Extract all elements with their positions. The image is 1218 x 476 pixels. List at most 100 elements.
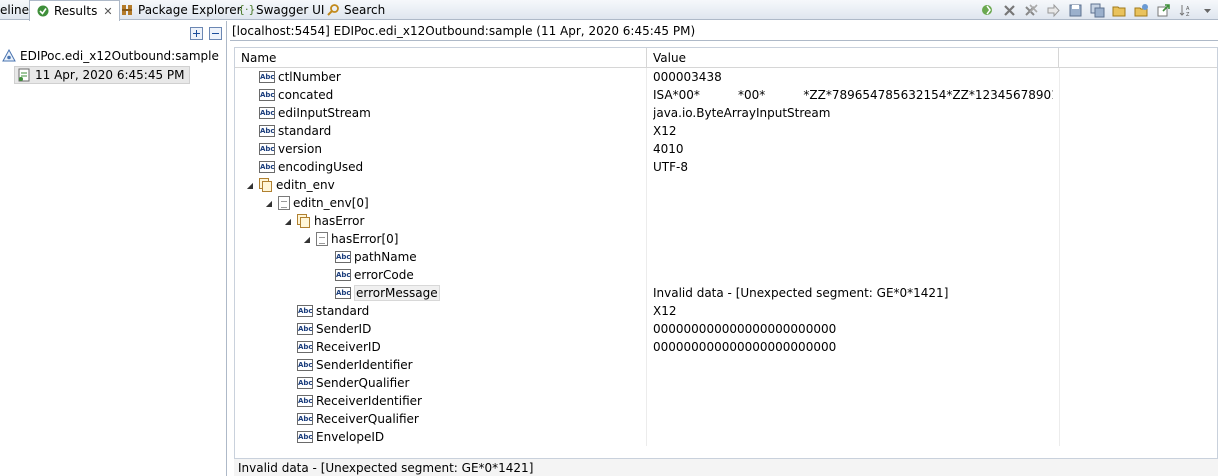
name-cell: ◢ editn_env — [235, 176, 647, 194]
tab-pipeline[interactable]: eline — [0, 0, 29, 20]
string-type-icon: Abc — [297, 323, 313, 335]
field-name: ediInputStream — [278, 106, 371, 120]
refresh-pipeline-icon[interactable] — [976, 1, 998, 19]
name-cell: Abc errorMessage — [235, 284, 647, 302]
value-cell: X12 — [653, 124, 677, 138]
value-cell: 000000000000000000000000 — [653, 322, 837, 336]
field-name: errorCode — [354, 268, 414, 282]
forward-icon[interactable] — [1042, 1, 1064, 19]
field-name: hasError — [314, 214, 365, 228]
remove-all-icon[interactable] — [1020, 1, 1042, 19]
open-icon[interactable] — [1108, 1, 1130, 19]
table-row[interactable]: ◢ hasError[0] — [235, 230, 1217, 248]
table-row[interactable]: ◢ hasError — [235, 212, 1217, 230]
close-icon[interactable]: ✕ — [103, 5, 112, 18]
view-toolbar: AZ — [976, 0, 1218, 20]
column-divider — [1059, 158, 1060, 176]
table-row[interactable]: ◢ editn_env[0] — [235, 194, 1217, 212]
string-type-icon: Abc — [297, 431, 313, 443]
tree-node-service[interactable]: EDIPoc.edi_x12Outbound:sample — [2, 49, 219, 63]
table-row[interactable]: Abc version 4010 — [235, 140, 1217, 158]
view-menu-icon[interactable] — [1196, 1, 1218, 19]
field-name: editn_env — [276, 178, 335, 192]
field-name: SenderID — [316, 322, 372, 336]
sort-icon[interactable]: AZ — [1174, 1, 1196, 19]
string-type-icon: Abc — [297, 395, 313, 407]
table-row[interactable]: Abc ReceiverID 000000000000000000000000 — [235, 338, 1217, 356]
expanded-twistie-icon[interactable]: ◢ — [245, 176, 255, 194]
table-row[interactable]: Abc ctlNumber 000003438 — [235, 68, 1217, 86]
table-row[interactable]: Abc EnvelopeID — [235, 428, 1217, 446]
open-pipeline-icon[interactable] — [1130, 1, 1152, 19]
table-row[interactable]: ◢ editn_env — [235, 176, 1217, 194]
name-cell: Abc concated — [235, 86, 647, 104]
field-name: SenderQualifier — [316, 376, 410, 390]
table-row[interactable]: Abc concated ISA*00* *00* *ZZ*789654785632… — [235, 86, 1217, 104]
tab-package-explorer[interactable]: Package Explorer — [120, 0, 242, 20]
table-row[interactable]: Abc encodingUsed UTF-8 — [235, 158, 1217, 176]
twistie-spacer — [283, 410, 293, 428]
pipeline-results-table: Name Value Abc ctlNumber 000003438 Abc conca… — [234, 47, 1218, 475]
expanded-twistie-icon[interactable]: ◢ — [302, 230, 312, 248]
column-divider — [1059, 428, 1060, 446]
table-row[interactable]: Abc SenderID 000000000000000000000000 — [235, 320, 1217, 338]
expanded-twistie-icon[interactable]: ◢ — [283, 212, 293, 230]
value-cell: 4010 — [653, 142, 684, 156]
twistie-spacer — [283, 302, 293, 320]
tab-swagger-ui[interactable]: {·} Swagger UI — [238, 0, 324, 20]
name-cell: Abc standard — [235, 122, 647, 140]
value-cell: Invalid data - [Unexpected segment: GE*0… — [653, 286, 949, 300]
tab-results[interactable]: Results ✕ — [29, 0, 120, 21]
column-divider — [1059, 230, 1060, 248]
column-divider — [1059, 356, 1060, 374]
tab-label: Search — [344, 3, 386, 17]
twistie-spacer — [321, 266, 331, 284]
column-divider — [1059, 68, 1060, 86]
tab-search[interactable]: Search — [326, 0, 385, 20]
string-type-icon: Abc — [259, 71, 275, 83]
value-cell — [653, 428, 1053, 446]
string-type-icon: Abc — [259, 89, 275, 101]
name-cell: Abc SenderID — [235, 320, 647, 338]
collapse-all-icon[interactable] — [209, 27, 222, 40]
table-body: Abc ctlNumber 000003438 Abc concated ISA*00* … — [235, 68, 1217, 446]
remove-icon[interactable] — [998, 1, 1020, 19]
table-row[interactable]: Abc SenderIdentifier — [235, 356, 1217, 374]
name-cell: Abc standard — [235, 302, 647, 320]
save-icon[interactable] — [1064, 1, 1086, 19]
field-name: encodingUsed — [278, 160, 364, 174]
twistie-spacer — [283, 320, 293, 338]
field-name: errorMessage — [354, 285, 440, 301]
table-row[interactable]: Abc errorCode — [235, 266, 1217, 284]
table-row[interactable]: Abc errorMessage Invalid data - [Unexpecte… — [235, 284, 1217, 302]
string-type-icon: Abc — [297, 359, 313, 371]
column-header-value[interactable]: Value — [647, 48, 1059, 68]
expanded-twistie-icon[interactable]: ◢ — [264, 194, 274, 212]
document-list-icon — [259, 178, 273, 192]
document-icon — [278, 196, 290, 210]
expand-all-icon[interactable] — [190, 27, 203, 40]
value-cell: java.io.ByteArrayInputStream — [653, 106, 831, 120]
table-row[interactable]: Abc standard X12 — [235, 302, 1217, 320]
table-row[interactable]: Abc ReceiverQualifier — [235, 410, 1217, 428]
field-name: editn_env[0] — [293, 196, 369, 210]
string-type-icon: Abc — [297, 413, 313, 425]
column-divider — [1059, 176, 1060, 194]
table-row[interactable]: Abc SenderQualifier — [235, 374, 1217, 392]
value-cell — [653, 374, 1053, 392]
column-divider — [1059, 212, 1060, 230]
column-header-name[interactable]: Name — [235, 48, 647, 68]
view-tab-strip: eline Results ✕ Package Explorer {·} Swa… — [0, 0, 1218, 21]
table-row[interactable]: Abc ediInputStream java.io.ByteArrayInputS… — [235, 104, 1217, 122]
string-type-icon: Abc — [297, 305, 313, 317]
name-cell: Abc encodingUsed — [235, 158, 647, 176]
table-row[interactable]: Abc ReceiverIdentifier — [235, 392, 1217, 410]
twistie-spacer — [283, 338, 293, 356]
table-row[interactable]: Abc standard X12 — [235, 122, 1217, 140]
save-all-icon[interactable] — [1086, 1, 1108, 19]
export-icon[interactable] — [1152, 1, 1174, 19]
table-row[interactable]: Abc pathName — [235, 248, 1217, 266]
field-name: standard — [316, 304, 370, 318]
string-type-icon: Abc — [335, 269, 351, 281]
tree-node-result[interactable]: 11 Apr, 2020 6:45:45 PM — [14, 66, 190, 84]
